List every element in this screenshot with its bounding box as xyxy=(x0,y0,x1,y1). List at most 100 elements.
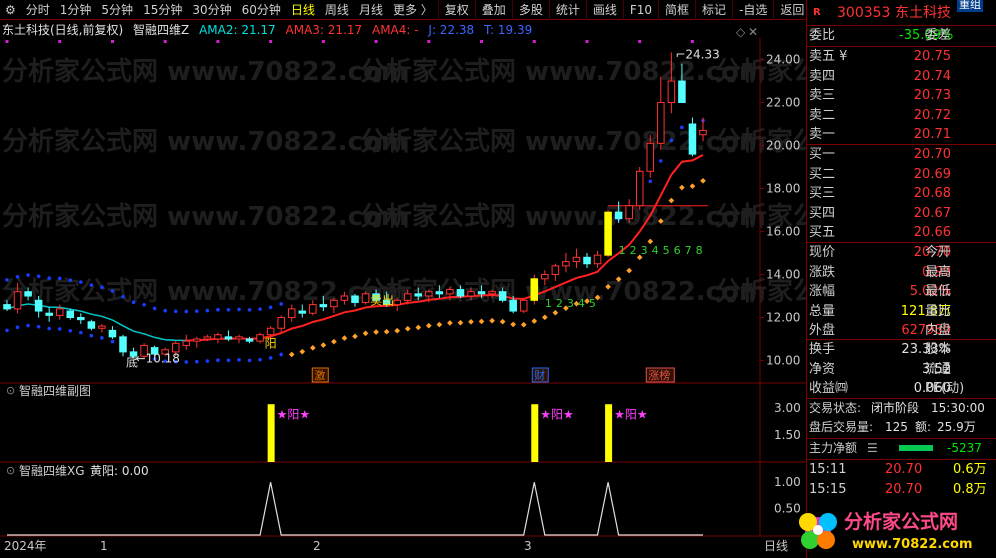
sub1-signal: ★阳★ xyxy=(277,408,311,422)
candle-body xyxy=(562,261,570,267)
stat-row: 现价 20.70 今开 xyxy=(807,243,996,263)
candle-body xyxy=(509,299,517,312)
watermark-text: 分析家公式网 www.70822.com xyxy=(360,276,766,307)
candle-body xyxy=(77,317,85,321)
band-dot xyxy=(689,183,696,189)
band-dot xyxy=(362,330,369,337)
sub2-line xyxy=(7,482,703,536)
band-dot xyxy=(26,323,30,328)
band-dot xyxy=(489,317,495,324)
low-label: ←10.18 xyxy=(136,352,180,366)
bid-row-label: 买三 xyxy=(809,186,836,201)
candle-body xyxy=(266,327,275,336)
count-label: 1 xyxy=(619,244,626,257)
top-dot xyxy=(216,40,220,43)
watermark-text: 分析家公式网 www.70822.com xyxy=(2,126,408,157)
band-dot xyxy=(184,360,189,364)
stock-name: 东土科技 xyxy=(895,5,951,21)
ask-row-label: 卖二 xyxy=(809,107,836,123)
candle-body xyxy=(646,142,655,172)
logo-flower-icon xyxy=(799,513,837,549)
stock-code: 300353 xyxy=(837,5,891,21)
sub2-collapse-icon[interactable]: ⊙ xyxy=(6,464,15,477)
band-dot xyxy=(100,336,104,340)
stat2-row: 换手 23.33% 股本 xyxy=(807,340,996,360)
candle-body xyxy=(446,289,454,295)
candle-body xyxy=(425,291,433,297)
stat2-right-label: 股本 xyxy=(925,342,952,357)
tick-time: 15:15 xyxy=(809,481,847,497)
band-dot xyxy=(680,125,684,130)
band-dot xyxy=(415,324,422,331)
stat-right-label: 内盘 xyxy=(925,323,952,338)
candle-body xyxy=(403,293,412,301)
candle-body xyxy=(309,304,317,314)
band-dot xyxy=(648,179,653,184)
diamond-icon[interactable]: ◇ xyxy=(736,25,746,39)
band-dot xyxy=(36,274,41,279)
band-dot xyxy=(679,184,685,191)
count-label: 7 xyxy=(685,244,692,257)
candle-body xyxy=(625,205,633,220)
stat-right-label: 今开 xyxy=(925,245,952,260)
tag-badge: 重组 xyxy=(957,0,983,12)
after-label: 盘后交易量: xyxy=(809,420,874,434)
band-dot xyxy=(394,327,401,334)
tick-volume: 0.8万 xyxy=(953,481,987,497)
band-dot xyxy=(268,305,273,310)
band-dot xyxy=(373,329,379,335)
bid-row: 买二 20.69 xyxy=(807,165,996,185)
close-icon[interactable]: ✕ xyxy=(748,25,758,39)
bid-row-value: 20.66 xyxy=(913,225,951,240)
band-dot xyxy=(320,342,327,348)
candle-body xyxy=(456,289,465,297)
event-badge-label: 激 xyxy=(314,368,325,382)
chart-canvas[interactable]: 分析家公式网 www.70822.com 分析家公式网 www.70822.com… xyxy=(0,0,806,558)
bid-row-label: 买五 xyxy=(809,225,836,240)
candle-body xyxy=(55,308,64,316)
band-dot xyxy=(247,308,252,312)
candle-body xyxy=(224,336,233,340)
count-label: 4 xyxy=(578,297,585,310)
sub1-collapse-icon[interactable]: ⊙ xyxy=(6,384,15,397)
band-dot xyxy=(57,276,62,281)
candle-body xyxy=(351,295,359,303)
tick-price: 20.70 xyxy=(885,481,923,497)
top-dot xyxy=(638,40,642,43)
ask-row-label: 卖一 xyxy=(809,127,836,142)
watermark-text: 分析家公式网 www.70822.com xyxy=(2,56,408,87)
logo-text: 分析家公式网 xyxy=(844,510,958,533)
top-dot xyxy=(163,40,167,43)
site-logo: 分析家公式网 www.70822.com xyxy=(799,510,973,552)
candle-body xyxy=(319,304,328,308)
sub1-tick: 3.00 xyxy=(774,401,801,415)
candle-body xyxy=(3,304,11,310)
band-dot xyxy=(5,278,9,282)
band-dot xyxy=(100,285,104,290)
candle-body xyxy=(277,317,285,329)
candle-body xyxy=(287,308,296,318)
top-dot xyxy=(5,40,9,43)
band-dot xyxy=(309,345,316,351)
y-tick-label: 24.00 xyxy=(766,53,800,67)
band-dot xyxy=(659,159,663,163)
stat2-row-label: 收益㈣ xyxy=(809,381,849,396)
x-axis-label: 2024年 xyxy=(4,539,47,553)
bid-row: 买四 20.67 xyxy=(807,204,996,224)
ask-row-value: 20.75 xyxy=(913,49,951,64)
sub1-tick: 1.50 xyxy=(774,428,801,442)
band-dot xyxy=(47,326,51,331)
list-icon[interactable]: ☰ xyxy=(867,439,878,459)
top-dot xyxy=(480,40,484,43)
event-badge-label: 财 xyxy=(534,368,545,382)
ask-row-label: 卖四 xyxy=(809,68,836,84)
candle-body xyxy=(593,254,602,265)
band-dot xyxy=(247,358,252,363)
stat-right-label: 最低 xyxy=(925,284,952,299)
candle-body xyxy=(203,336,212,340)
candle-body xyxy=(667,80,676,103)
band-dot xyxy=(700,177,706,184)
bid-row-label: 买二 xyxy=(809,166,836,182)
tick-volume: 0.6万 xyxy=(953,462,987,477)
ask-row-value: 20.74 xyxy=(913,68,951,84)
